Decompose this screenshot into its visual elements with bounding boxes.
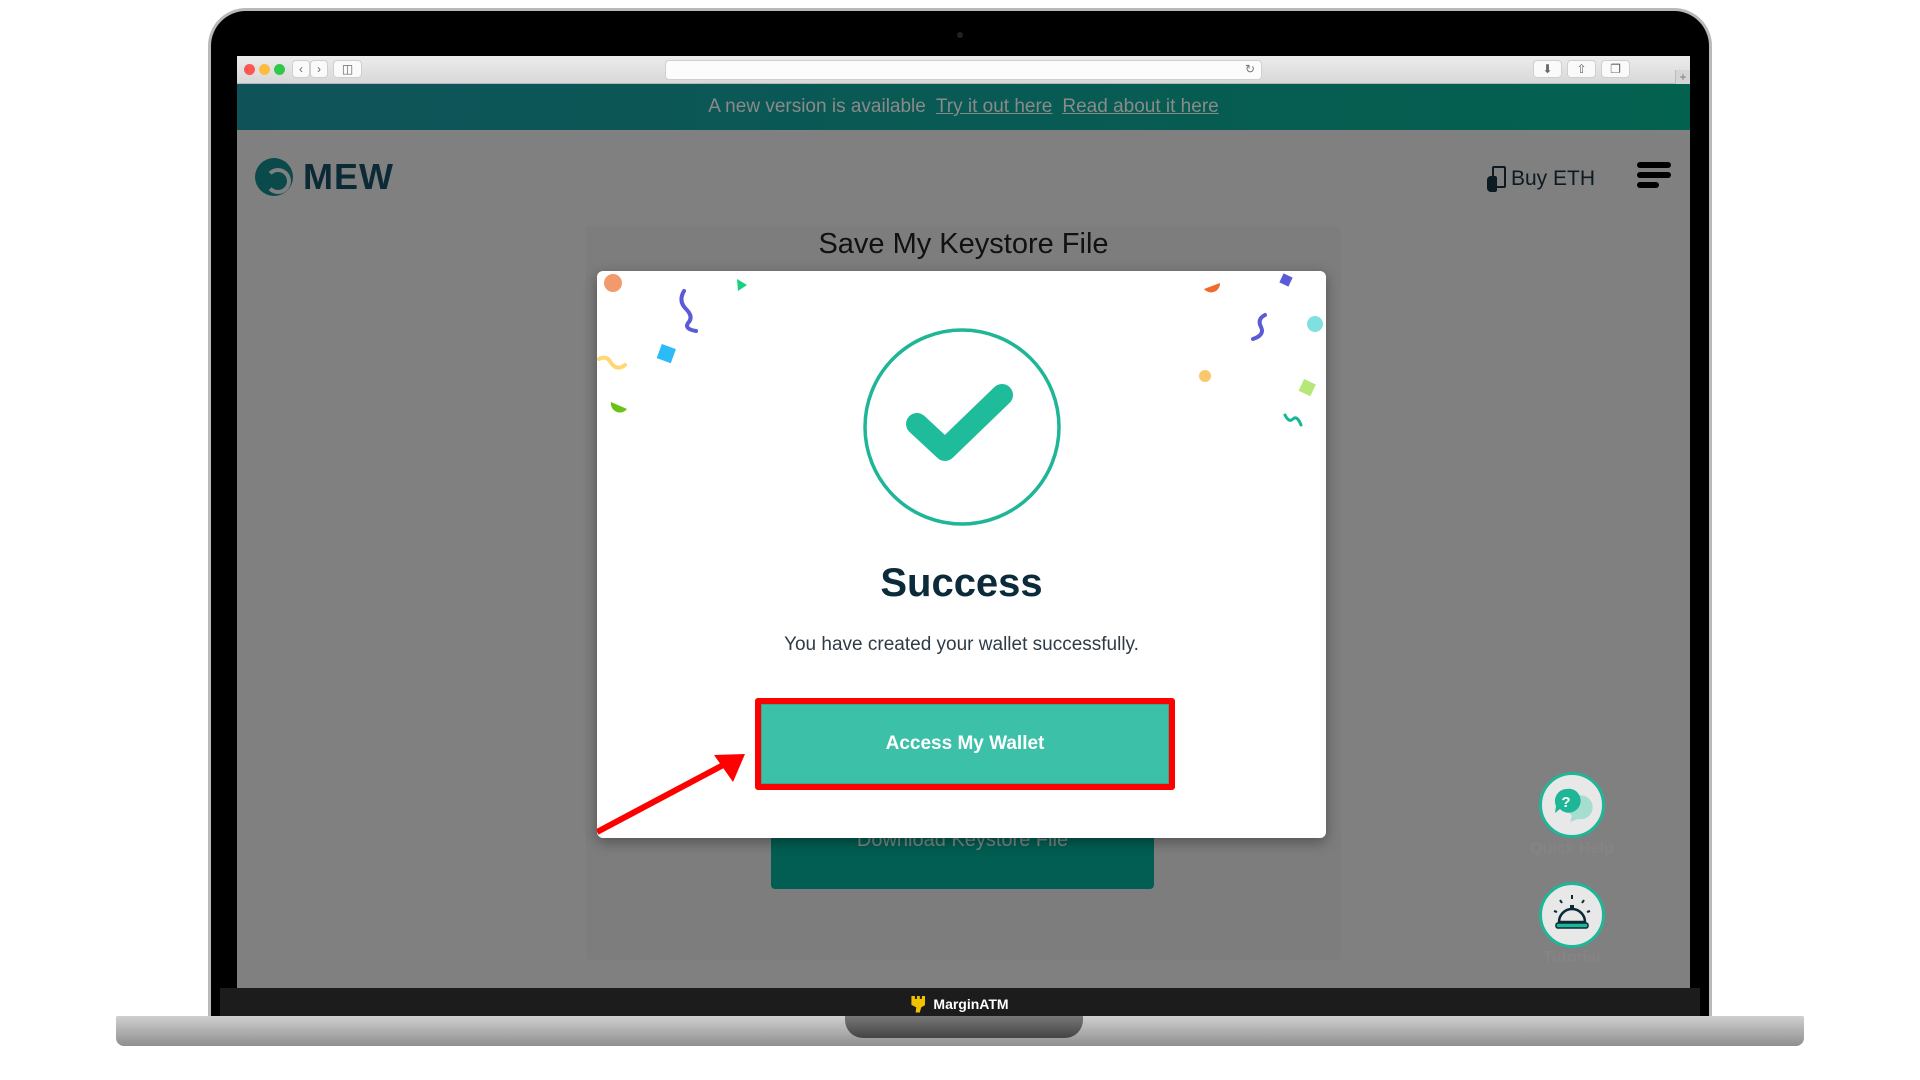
tabs-icon: ❐ [1610,62,1621,76]
mew-logo-icon [255,158,293,196]
confetti-piece [1204,283,1221,293]
tutorial-button[interactable] [1539,882,1605,948]
menu-line [1637,182,1659,188]
minimize-window-button[interactable] [259,64,270,75]
laptop-brand: MarginATM [0,994,1920,1014]
hamburger-menu-button[interactable] [1637,162,1671,190]
confetti-piece [679,289,698,333]
quick-help-label: Quick Help [1530,840,1614,857]
download-icon: ⬇ [1542,62,1553,76]
access-my-wallet-button[interactable]: Access My Wallet [761,704,1169,784]
menu-line [1637,172,1671,178]
browser-toolbar: ‹ › ◫ ↻ ⬇ ⇧ ❐ + [237,56,1690,84]
banner-message: A new version is available [708,96,926,117]
confetti-piece [1283,413,1303,427]
castle-logo-icon [911,995,926,1013]
confetti-piece [1251,313,1267,341]
chevron-right-icon: › [317,62,321,76]
confetti-piece [1199,370,1211,382]
svg-text:?: ? [1561,794,1570,811]
maximize-window-button[interactable] [274,64,285,75]
new-tab-button[interactable]: + [1675,70,1690,84]
tutorial-label: Tutorial [1543,949,1601,966]
site-header: MEW Buy ETH [237,130,1690,226]
camera-icon [957,32,963,38]
confetti-piece [1279,273,1293,287]
buy-eth-button[interactable]: Buy ETH [1487,166,1595,192]
card-hand-icon [1487,166,1506,192]
modal-message: You have created your wallet successfull… [784,634,1139,655]
tabs-button[interactable]: ❐ [1601,60,1630,78]
try-it-link[interactable]: Try it out here [936,96,1053,118]
help-chat-icon: ? [1554,788,1593,822]
service-bell-icon [1553,895,1591,929]
success-check-icon [863,328,1061,526]
confetti-piece [597,355,627,370]
success-modal: Success You have created your wallet suc… [597,271,1326,838]
page-title: Save My Keystore File [818,228,1109,260]
browser-window: ‹ › ◫ ↻ ⬇ ⇧ ❐ + A new version is availab… [237,56,1690,988]
menu-line [1637,162,1671,168]
read-about-link[interactable]: Read about it here [1062,96,1218,118]
share-button[interactable]: ⇧ [1567,60,1596,78]
buy-eth-label: Buy ETH [1511,167,1596,190]
address-bar[interactable]: ↻ [665,60,1262,80]
sidebar-icon: ◫ [341,62,354,76]
sidebar-button[interactable]: ◫ [333,60,362,78]
chevron-left-icon: ‹ [299,62,303,76]
download-button[interactable]: ⬇ [1533,60,1562,78]
share-icon: ⇧ [1576,62,1587,76]
confetti-piece [610,402,627,413]
mew-logo[interactable]: MEW [255,156,394,198]
forward-button[interactable]: › [310,60,328,78]
reload-icon[interactable]: ↻ [1245,62,1255,76]
confetti-piece [604,274,622,292]
modal-title: Success [880,561,1043,605]
brand-name: MarginATM [933,996,1009,1012]
close-window-button[interactable] [244,64,255,75]
confetti-piece [737,279,747,291]
logo-text: MEW [303,156,394,197]
confetti-piece [1298,379,1316,397]
confetti-piece [656,344,676,364]
laptop-notch [845,1016,1083,1038]
confetti-piece [1307,316,1323,332]
back-button[interactable]: ‹ [292,60,310,78]
update-banner: A new version is available Try it out he… [237,84,1690,130]
quick-help-button[interactable]: ? [1539,772,1605,838]
